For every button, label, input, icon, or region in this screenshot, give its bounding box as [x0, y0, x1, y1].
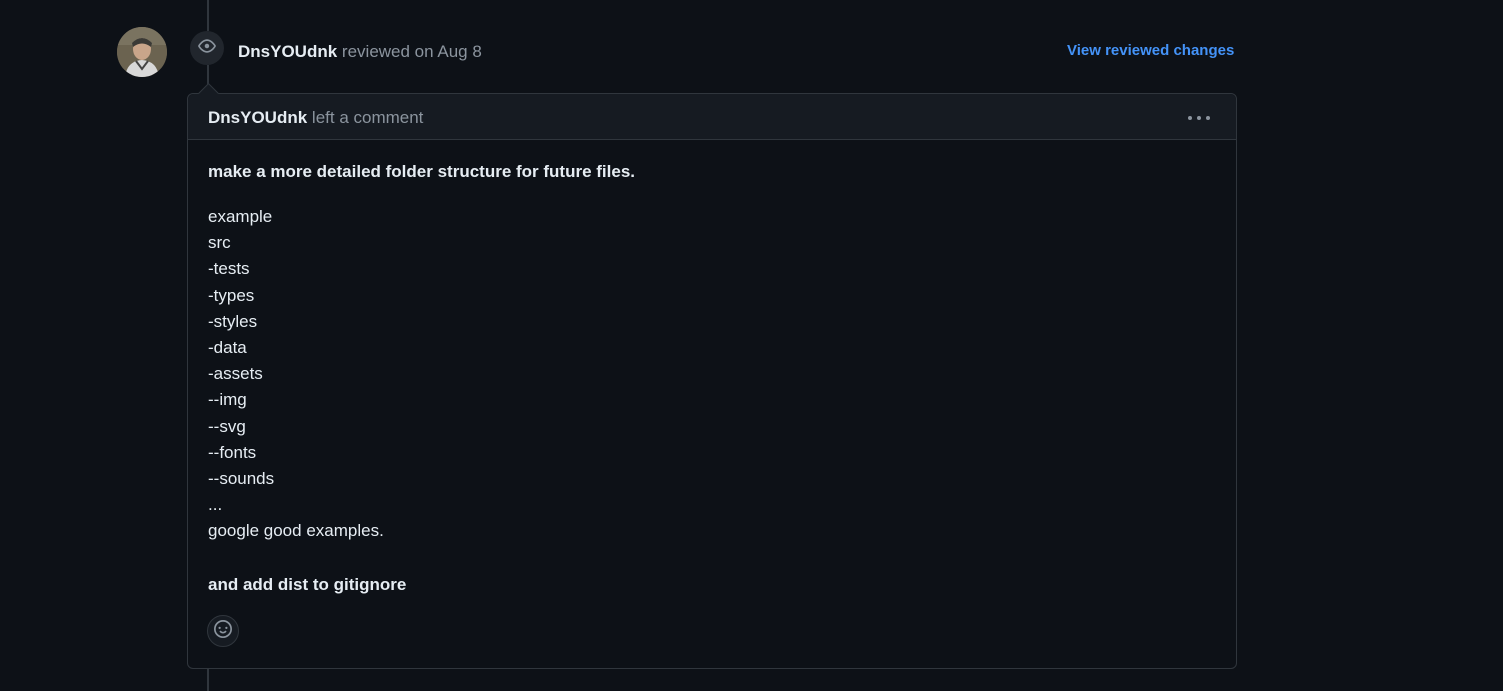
- list-item: -types: [208, 285, 255, 305]
- list-item: example: [208, 207, 273, 226]
- comment-author-link[interactable]: DnsYOUdnk: [208, 108, 307, 127]
- list-item: --img: [208, 390, 247, 410]
- comment-body: make a more detailed folder structure fo…: [208, 160, 635, 597]
- eye-icon: [198, 37, 216, 60]
- folder-structure-list: example src -tests -types -styles -data …: [208, 204, 635, 545]
- list-item: -tests: [208, 259, 250, 279]
- review-header: DnsYOUdnk reviewed on Aug 8: [238, 41, 482, 63]
- review-author-link[interactable]: DnsYOUdnk: [238, 42, 337, 61]
- avatar-image: [117, 27, 167, 77]
- smiley-icon: [214, 619, 232, 643]
- list-item: -data: [208, 338, 247, 358]
- view-reviewed-changes-link[interactable]: View reviewed changes: [1067, 41, 1234, 61]
- kebab-horizontal-icon: [1187, 108, 1211, 126]
- list-item: --fonts: [208, 442, 257, 462]
- list-item: --sounds: [208, 469, 275, 489]
- comment-header-text: DnsYOUdnk left a comment: [208, 107, 423, 129]
- list-item: --svg: [208, 416, 246, 436]
- review-action-text: reviewed on Aug 8: [341, 42, 482, 61]
- list-item: google good examples.: [208, 521, 384, 541]
- timeline-line-bottom: [207, 668, 209, 691]
- list-item: src: [208, 233, 231, 253]
- list-item: ...: [208, 495, 223, 515]
- timeline-line-top: [207, 0, 209, 31]
- avatar[interactable]: [117, 27, 167, 77]
- list-item: -styles: [208, 311, 258, 331]
- comment-action-text: left a comment: [311, 108, 424, 127]
- review-badge: [190, 31, 224, 65]
- comment-options-button[interactable]: [1186, 107, 1212, 127]
- comment-footer: and add dist to gitignore: [208, 574, 407, 594]
- review-comment-box: DnsYOUdnk left a comment make a more det…: [187, 93, 1237, 669]
- list-item: -assets: [208, 364, 263, 384]
- comment-heading: make a more detailed folder structure fo…: [208, 162, 636, 181]
- add-reaction-button[interactable]: [207, 615, 239, 647]
- comment-header: DnsYOUdnk left a comment: [188, 94, 1236, 140]
